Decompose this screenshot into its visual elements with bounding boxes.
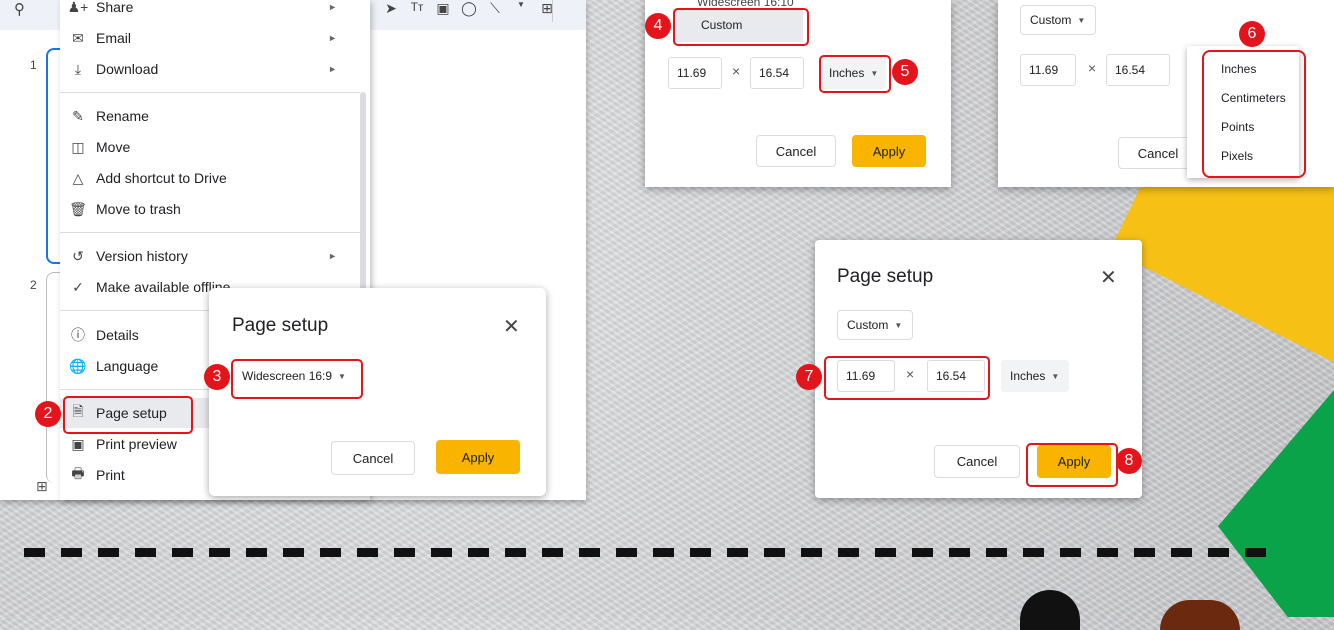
menu-item-move[interactable]: ◫ Move [60,132,365,162]
menu-item-rename[interactable]: ✎ Rename [60,101,365,131]
apply-button[interactable]: Apply [852,135,926,167]
shape-icon[interactable]: ◯ [456,0,482,17]
menu-item-move-to-trash[interactable]: 🗑 Move to trash [60,194,365,224]
green-decor [1218,390,1334,617]
menu-item-label: Print preview [96,436,177,452]
menu-item-add-shortcut[interactable]: △ Add shortcut to Drive [60,163,365,193]
cursor-icon[interactable]: ➤ [378,0,404,17]
height-input[interactable]: 16.54 [750,57,804,89]
line-icon[interactable]: ⟍ [482,0,508,17]
preset-value: Custom [847,318,889,332]
pencil-icon: ✎ [72,107,84,124]
globe-icon: 🌐 [69,357,87,374]
menu-item-label: Details [96,327,139,343]
menu-divider [60,232,360,233]
dashed-divider [24,548,1324,557]
highlight-dimensions [824,356,990,400]
highlight-apply [1026,443,1118,487]
menu-item-label: Version history [96,248,188,264]
menu-item-download[interactable]: ⤓ Download ► [60,54,365,84]
toolbar-divider [552,0,553,22]
apply-button[interactable]: Apply [436,440,520,474]
trash-icon: 🗑 [69,200,87,217]
mail-icon: ✉ [72,29,84,46]
cancel-button[interactable]: Cancel [756,135,836,167]
cancel-button[interactable]: Cancel [331,441,415,475]
callout-badge: 3 [204,364,230,390]
menu-divider [60,92,360,93]
height-input[interactable]: 16.54 [1106,54,1170,86]
preset-value: Custom [1030,13,1072,27]
menu-item-label: Print [96,467,125,483]
close-icon[interactable]: ✕ [1100,265,1117,290]
submenu-arrow-icon: ► [328,2,337,12]
brown-decor [1160,600,1240,630]
submenu-arrow-icon: ► [328,64,337,74]
chevron-down-icon[interactable]: ▼ [508,0,534,17]
callout-badge: 8 [1116,448,1142,474]
info-icon: ⓘ [71,327,85,343]
times-symbol: × [732,63,741,79]
times-symbol: × [1088,60,1097,76]
yellow-decor [1110,170,1334,370]
dialog-title: Page setup [232,315,329,336]
chevron-down-icon: ▼ [894,320,903,330]
menu-item-label: Share [96,0,134,15]
close-icon[interactable]: ✕ [503,314,520,339]
search-icon[interactable]: ⚲ [14,0,25,18]
dialog-title: Page setup [837,266,934,287]
text-box-icon[interactable]: Tт [404,0,430,17]
menu-item-email[interactable]: ✉ Email ► [60,23,365,53]
unit-dropdown[interactable]: Inches ▼ [1001,360,1069,392]
highlight-preset [231,359,363,399]
history-icon: ↺ [72,247,84,264]
dark-decor [1020,590,1080,630]
callout-badge: 6 [1239,21,1265,47]
menu-item-label: Language [96,358,159,374]
highlight-unit-options [1202,50,1306,178]
submenu-arrow-icon: ► [328,33,337,43]
submenu-arrow-icon: ► [328,251,337,261]
download-icon: ⤓ [74,60,82,77]
chevron-down-icon: ▼ [1077,15,1086,25]
menu-item-label: Email [96,30,132,46]
image-icon[interactable]: ▣ [430,0,456,17]
chevron-down-icon: ▼ [1051,371,1060,381]
callout-badge: 4 [645,13,671,39]
drive-shortcut-icon: △ [72,169,84,186]
preset-dropdown[interactable]: Custom ▼ [837,310,913,340]
width-input[interactable]: 11.69 [668,57,722,89]
callout-badge: 7 [796,364,822,390]
slide-number: 1 [30,58,37,72]
highlight-page-setup [63,396,193,434]
menu-item-label: Move to trash [96,201,181,217]
toolbar-icons: ➤ Tт ▣ ◯ ⟍ ▼ ⊞ [378,0,560,17]
width-input[interactable]: 11.69 [1020,54,1076,86]
grid-view-icon[interactable]: ⊞ [36,478,48,495]
preset-dropdown[interactable]: Custom ▼ [1020,5,1096,35]
menu-item-share[interactable]: ♟+ Share ► [60,0,365,22]
add-person-icon: ♟+ [67,0,89,15]
slide-number: 2 [30,278,37,292]
callout-badge: 2 [35,401,61,427]
menu-item-label: Rename [96,108,149,124]
menu-item-version-history[interactable]: ↺ Version history ► [60,241,365,271]
cancel-button[interactable]: Cancel [934,445,1020,478]
comment-add-icon[interactable]: ⊞ [534,0,560,17]
cancel-button[interactable]: Cancel [1118,137,1198,169]
callout-badge: 5 [892,59,918,85]
menu-item-label: Add shortcut to Drive [96,170,227,186]
menu-item-label: Download [96,61,159,77]
highlight-custom-option [673,8,809,46]
unit-value: Inches [1010,369,1046,383]
folder-move-icon: ◫ [71,138,85,155]
menu-item-label: Move [96,139,131,155]
preview-icon: ▣ [71,435,85,452]
printer-icon: 🖶 [71,465,85,481]
offline-icon: ✓ [72,278,84,295]
highlight-unit-dropdown [819,55,891,93]
